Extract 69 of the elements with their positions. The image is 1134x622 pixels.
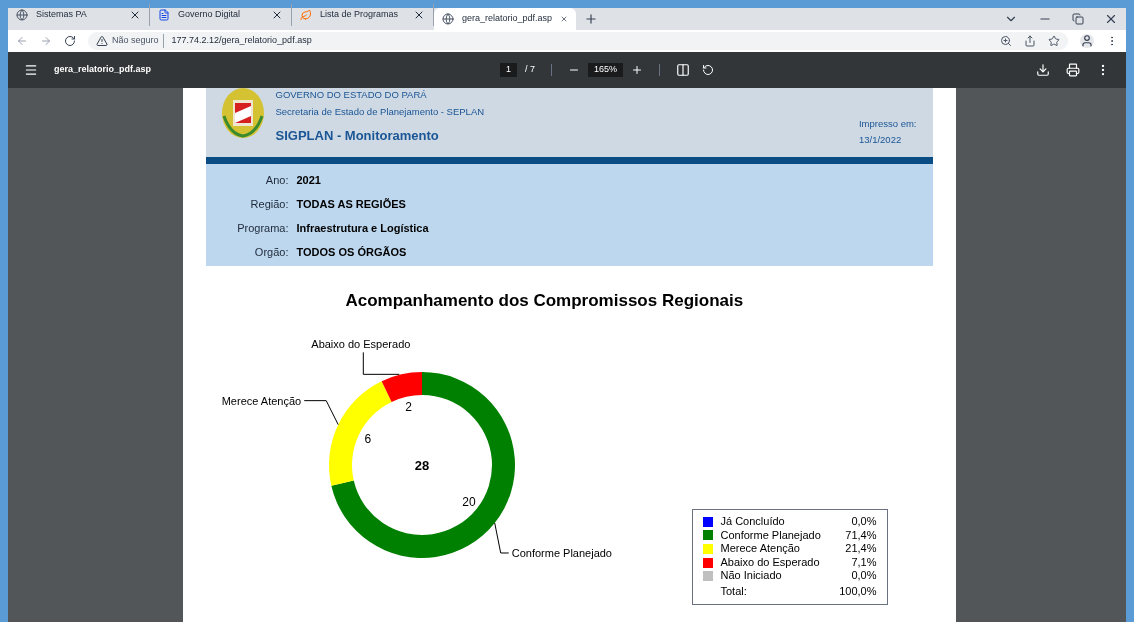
slice-category-label: Conforme Planejado bbox=[511, 546, 612, 559]
zoom-field[interactable]: 165% bbox=[588, 63, 624, 77]
system-title: SIGPLAN - Monitoramento bbox=[275, 127, 440, 145]
url-text: 177.74.2.12/gera_relatorio_pdf.asp bbox=[170, 34, 313, 48]
address-bar[interactable]: Não seguro 177.74.2.12/gera_relatorio_pdf.asp bbox=[88, 32, 1068, 50]
reload-icon[interactable] bbox=[64, 35, 76, 47]
total-count-label: 28 bbox=[414, 457, 429, 473]
browser-tab[interactable]: Sistemas PA bbox=[8, 4, 150, 26]
filter-value: TODOS OS ÓRGÃOS bbox=[296, 245, 407, 261]
slice-category-label: Merece Atenção bbox=[221, 394, 301, 407]
legend-percent: 0,0% bbox=[851, 569, 877, 583]
header-text: GOVERNO DO ESTADO DO PARÁ bbox=[275, 88, 428, 101]
filter-value: TODAS AS REGIÕES bbox=[296, 197, 406, 213]
filter-value: 2021 bbox=[296, 173, 321, 189]
leaf-icon bbox=[300, 9, 312, 21]
browser-tab[interactable]: gera_relatorio_pdf.asp bbox=[434, 8, 576, 30]
printed-date: 13/1/2022 bbox=[858, 133, 903, 147]
legend-total-label: Total: bbox=[720, 584, 748, 599]
legend-total-percent: 100,0% bbox=[839, 584, 877, 599]
legend-label: Já Concluído bbox=[720, 515, 786, 529]
file-name: gera_relatorio_pdf.asp bbox=[54, 63, 153, 77]
legend-percent: 71,4% bbox=[845, 528, 877, 543]
slice-value-label: 20 bbox=[461, 494, 476, 509]
close-icon[interactable] bbox=[1104, 12, 1118, 26]
new-tab-icon[interactable] bbox=[584, 12, 598, 26]
legend-percent: 0,0% bbox=[851, 515, 877, 529]
menu-icon[interactable] bbox=[24, 63, 38, 77]
leader-line bbox=[362, 351, 400, 375]
chart-title: Acompanhamento dos Compromissos Regionais bbox=[345, 290, 744, 312]
slice-value-label: 2 bbox=[404, 399, 412, 413]
print-icon[interactable] bbox=[1066, 63, 1080, 77]
globe-icon bbox=[16, 9, 28, 21]
filter-value: Infraestrutura e Logística bbox=[296, 221, 429, 237]
filter-label: Orgão: bbox=[253, 245, 289, 261]
document-icon bbox=[158, 9, 170, 21]
printed-label: Impresso em: bbox=[858, 117, 917, 131]
bookmark-star-icon[interactable] bbox=[1048, 35, 1060, 47]
page-number-field[interactable]: 1 bbox=[500, 63, 517, 77]
legend-label: Abaixo do Esperado bbox=[720, 555, 821, 570]
globe-icon bbox=[442, 13, 454, 25]
security-label: Não seguro bbox=[112, 34, 164, 48]
filter-label: Região: bbox=[249, 197, 289, 213]
legend-percent: 7,1% bbox=[851, 555, 877, 570]
zoom-in-icon[interactable] bbox=[631, 64, 644, 76]
close-icon[interactable] bbox=[271, 9, 283, 21]
download-icon[interactable] bbox=[1036, 63, 1050, 77]
header-text: Secretaria de Estado de Planejamento - SEPLAN bbox=[275, 105, 485, 118]
legend-percent: 21,4% bbox=[845, 542, 877, 556]
leader-line bbox=[303, 399, 339, 425]
legend-label: Conforme Planejado bbox=[720, 528, 822, 543]
restore-icon[interactable] bbox=[1072, 13, 1084, 25]
browser-tab[interactable]: Governo Digital bbox=[150, 4, 292, 26]
zoom-icon[interactable] bbox=[1000, 35, 1012, 47]
rotate-icon[interactable] bbox=[702, 64, 715, 76]
close-icon[interactable] bbox=[129, 9, 141, 21]
filter-label: Programa: bbox=[236, 221, 289, 237]
legend-label: Não Iniciado bbox=[720, 569, 783, 583]
filter-label: Ano: bbox=[264, 173, 289, 189]
legend-label: Merece Atenção bbox=[720, 542, 801, 556]
leader-line bbox=[493, 522, 509, 553]
share-icon[interactable] bbox=[1024, 35, 1036, 47]
profile-icon[interactable] bbox=[1080, 34, 1094, 48]
close-icon[interactable] bbox=[413, 9, 425, 21]
slice-category-label: Abaixo do Esperado bbox=[310, 337, 410, 350]
coat-of-arms-icon bbox=[219, 88, 266, 140]
warning-icon bbox=[96, 35, 108, 47]
fit-page-icon[interactable] bbox=[676, 63, 691, 77]
page-count: / 7 bbox=[525, 63, 536, 77]
slice-value-label: 6 bbox=[364, 431, 371, 446]
